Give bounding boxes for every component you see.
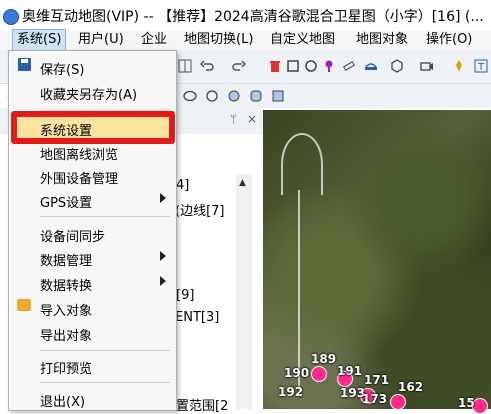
circle-icon[interactable]	[304, 59, 318, 73]
menu-separator	[40, 382, 170, 383]
hexagon-icon[interactable]	[390, 59, 404, 73]
tree-item-fragment[interactable]: [9]	[176, 288, 194, 303]
menu-item-data-management[interactable]: 数据管理	[8, 246, 175, 270]
map-label: 190	[284, 366, 310, 380]
ellipse-outline-icon[interactable]	[183, 89, 197, 103]
circle-outline-icon[interactable]	[205, 89, 219, 103]
bridge-icon[interactable]	[364, 59, 378, 73]
map-track-line	[298, 190, 300, 390]
pin-tool-icon[interactable]	[452, 59, 466, 73]
panel-pin-icon[interactable]: ᛘ	[230, 113, 237, 126]
map-label: 171	[364, 373, 390, 387]
shape-toolbar	[175, 84, 491, 108]
rounded-rect-icon[interactable]	[249, 89, 263, 103]
menu-item-label: 保存(S)	[40, 63, 85, 78]
menu-item-label: 收藏夹另存为(A)	[40, 88, 138, 103]
submenu-arrow-icon	[160, 251, 166, 261]
menu-user[interactable]: 用户(U)	[74, 30, 128, 50]
tree-item-fragment[interactable]: 4]	[176, 178, 189, 193]
menu-custom-map[interactable]: 自定义地图	[266, 30, 339, 50]
menu-item-label: 导入对象	[40, 304, 93, 319]
menu-item-data-conversion[interactable]: 数据转换	[8, 271, 175, 295]
map-marker-icon[interactable]	[311, 366, 327, 382]
svg-text:T: T	[477, 62, 485, 73]
redo-icon[interactable]	[232, 59, 246, 73]
app-globe-icon	[3, 9, 19, 25]
menu-item-label: 设备间同步	[40, 230, 106, 245]
menu-item-label: 数据管理	[40, 254, 93, 269]
undo-icon[interactable]	[200, 59, 214, 73]
menu-system[interactable]: 系统(S)	[12, 29, 67, 51]
title-bar: 奥维互动地图(VIP) -- 【推荐】2024高清谷歌混合卫星图（小字）[16]…	[0, 0, 491, 30]
delete-icon[interactable]	[268, 59, 282, 73]
ruler-icon[interactable]	[342, 59, 356, 73]
menu-item-import-objects[interactable]: 导入对象	[8, 296, 175, 320]
menu-item-label: 退出(X)	[40, 395, 86, 410]
map-label: 162	[398, 380, 424, 394]
menu-map-objects[interactable]: 地图对象	[352, 30, 412, 50]
rect-icon[interactable]	[271, 89, 285, 103]
map-label: 191	[337, 364, 363, 378]
menu-item-label: 数据转换	[40, 279, 93, 294]
map-label: 192	[278, 385, 304, 399]
location-pin-icon[interactable]	[322, 59, 336, 73]
menu-item-save-favorites-as[interactable]: 收藏夹另存为(A)	[8, 80, 175, 104]
map-label: 189	[311, 352, 337, 366]
menu-item-save[interactable]: 保存(S)	[8, 55, 175, 79]
grid-icon[interactable]	[178, 59, 192, 73]
menu-item-label: GPS设置	[40, 196, 93, 211]
submenu-arrow-icon	[160, 193, 166, 203]
menu-separator	[40, 350, 170, 351]
circle-filled-icon[interactable]	[227, 89, 241, 103]
menu-item-gps-settings[interactable]: GPS设置	[8, 188, 175, 212]
text-tool-icon[interactable]: T	[474, 59, 488, 73]
tree-item-fragment[interactable]: 置范围[2	[176, 395, 228, 414]
menu-item-exit[interactable]: 退出(X)	[8, 387, 175, 411]
square-icon[interactable]	[286, 59, 300, 73]
panel-close-icon[interactable]: ×	[247, 112, 257, 126]
menu-map-switch[interactable]: 地图切换(L)	[180, 30, 257, 50]
menu-item-label: 导出对象	[40, 329, 93, 344]
menu-enterprise[interactable]: 企业	[137, 30, 171, 50]
menu-item-device-sync[interactable]: 设备间同步	[8, 222, 175, 246]
map-label: 173	[362, 392, 388, 406]
map-marker-icon[interactable]	[390, 394, 406, 410]
menu-item-label: 打印预览	[40, 362, 93, 377]
menu-item-print-preview[interactable]: 打印预览	[8, 354, 175, 378]
menu-separator	[40, 216, 170, 217]
video-icon[interactable]	[420, 59, 434, 73]
menu-item-export-objects[interactable]: 导出对象	[8, 321, 175, 345]
menu-item-peripheral-devices[interactable]: 外围设备管理	[8, 164, 175, 188]
map-track	[281, 133, 323, 195]
menu-item-label: 外围设备管理	[40, 172, 119, 187]
map-label: 15	[458, 396, 475, 410]
tree-item-fragment[interactable]: ENT[3]	[175, 310, 219, 325]
submenu-arrow-icon	[160, 276, 166, 286]
panel-scrollbar[interactable]	[236, 174, 252, 409]
menu-bar: 系统(S) 用户(U) 企业 地图切换(L) 自定义地图 地图对象 操作(O)	[0, 29, 491, 51]
menu-item-label: 地图离线浏览	[40, 148, 119, 163]
menu-operations[interactable]: 操作(O)	[422, 30, 476, 50]
window-title: 奥维互动地图(VIP) -- 【推荐】2024高清谷歌混合卫星图（小字）[16]…	[22, 9, 484, 25]
tree-item-fragment[interactable]: (边线[7]	[175, 200, 225, 219]
scroll-up-icon[interactable]: ▲	[239, 178, 246, 188]
highlight-annotation-box	[11, 111, 175, 144]
